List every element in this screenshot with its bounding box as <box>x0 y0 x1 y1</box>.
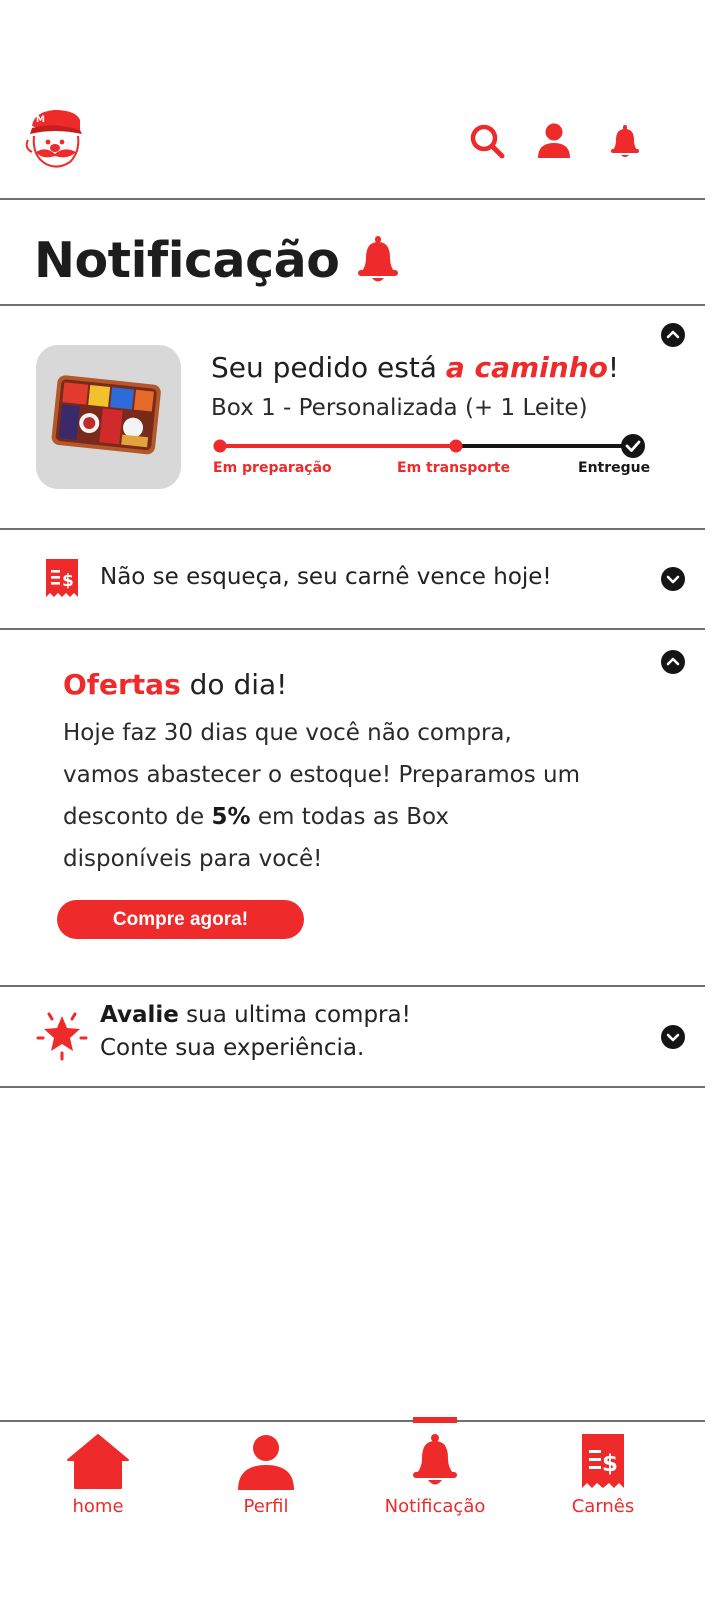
bottom-nav-divider <box>0 1420 705 1422</box>
chevron-up-icon <box>666 657 680 666</box>
chevron-up-icon <box>666 330 680 339</box>
collapse-order-button[interactable] <box>661 323 685 347</box>
step-label-delivered: Entregue <box>578 460 651 476</box>
nav-notifications[interactable]: Notificação <box>370 1432 500 1528</box>
bell-icon <box>358 236 399 282</box>
collapse-offer-button[interactable] <box>661 650 685 674</box>
title-divider <box>0 304 705 306</box>
order-status-headline: Seu pedido está a caminho! <box>211 351 619 384</box>
offer-divider <box>0 985 705 987</box>
order-thumbnail[interactable] <box>36 345 181 489</box>
bell-icon[interactable] <box>606 122 644 160</box>
product-box-image <box>51 375 161 455</box>
offer-title-rest: do dia! <box>180 668 288 701</box>
order-product-name: Box 1 - Personalizada (+ 1 Leite) <box>211 395 588 421</box>
user-icon[interactable] <box>535 122 573 160</box>
offer-title: Ofertas do dia! <box>63 668 287 701</box>
step-label-transport: Em transporte <box>397 460 511 476</box>
nav-home-label: home <box>72 1496 124 1517</box>
user-icon <box>238 1435 294 1490</box>
nav-notifications-label: Notificação <box>384 1496 486 1517</box>
buy-now-button[interactable]: Compre agora! <box>57 900 304 939</box>
offer-body: Hoje faz 30 dias que você não compra, va… <box>63 712 583 880</box>
page-title-row: Notificação <box>34 228 401 292</box>
order-divider <box>0 528 705 530</box>
svg-text:$: $ <box>602 1451 618 1477</box>
carne-reminder-text: Não se esqueça, seu carnê vence hoje! <box>100 564 552 590</box>
active-tab-indicator <box>413 1417 457 1423</box>
nav-home[interactable]: home <box>33 1432 163 1528</box>
step-dot-transport <box>449 439 463 453</box>
review-title-bold: Avalie <box>100 1002 179 1028</box>
star-burst-icon <box>36 1012 88 1061</box>
carne-divider <box>0 628 705 630</box>
expand-carne-button[interactable] <box>661 567 685 591</box>
nav-profile[interactable]: Perfil <box>201 1432 331 1528</box>
order-headline-prefix: Seu pedido está <box>211 351 446 384</box>
review-title: Avalie sua ultima compra! <box>100 1002 411 1028</box>
step-label-preparation: Em preparação <box>213 460 332 476</box>
review-title-rest: sua ultima compra! <box>178 1002 411 1028</box>
receipt-icon: $ <box>46 559 78 597</box>
bell-icon <box>413 1434 457 1485</box>
home-icon <box>67 1434 129 1489</box>
receipt-icon: $ <box>582 1434 624 1488</box>
chevron-down-icon <box>666 1033 680 1042</box>
svg-text:M: M <box>36 115 45 125</box>
review-subtitle: Conte sua experiência. <box>100 1035 365 1061</box>
offer-title-highlight: Ofertas <box>63 668 181 701</box>
step-dot-delivered <box>621 434 645 458</box>
chevron-down-icon <box>666 575 680 584</box>
order-headline-highlight: a caminho <box>445 351 608 384</box>
header-divider <box>0 198 705 200</box>
review-divider <box>0 1086 705 1088</box>
nav-carnes[interactable]: $ Carnês <box>538 1432 668 1528</box>
mascot-logo[interactable]: M <box>24 106 86 172</box>
expand-review-button[interactable] <box>661 1025 685 1049</box>
nav-profile-label: Perfil <box>243 1496 289 1517</box>
nav-carnes-label: Carnês <box>571 1496 635 1517</box>
offer-discount: 5% <box>211 804 251 830</box>
search-icon[interactable] <box>468 122 506 160</box>
page-title: Notificação <box>34 231 340 289</box>
order-headline-suffix: ! <box>607 351 620 384</box>
step-dot-preparation <box>213 439 227 453</box>
svg-text:$: $ <box>62 571 74 591</box>
